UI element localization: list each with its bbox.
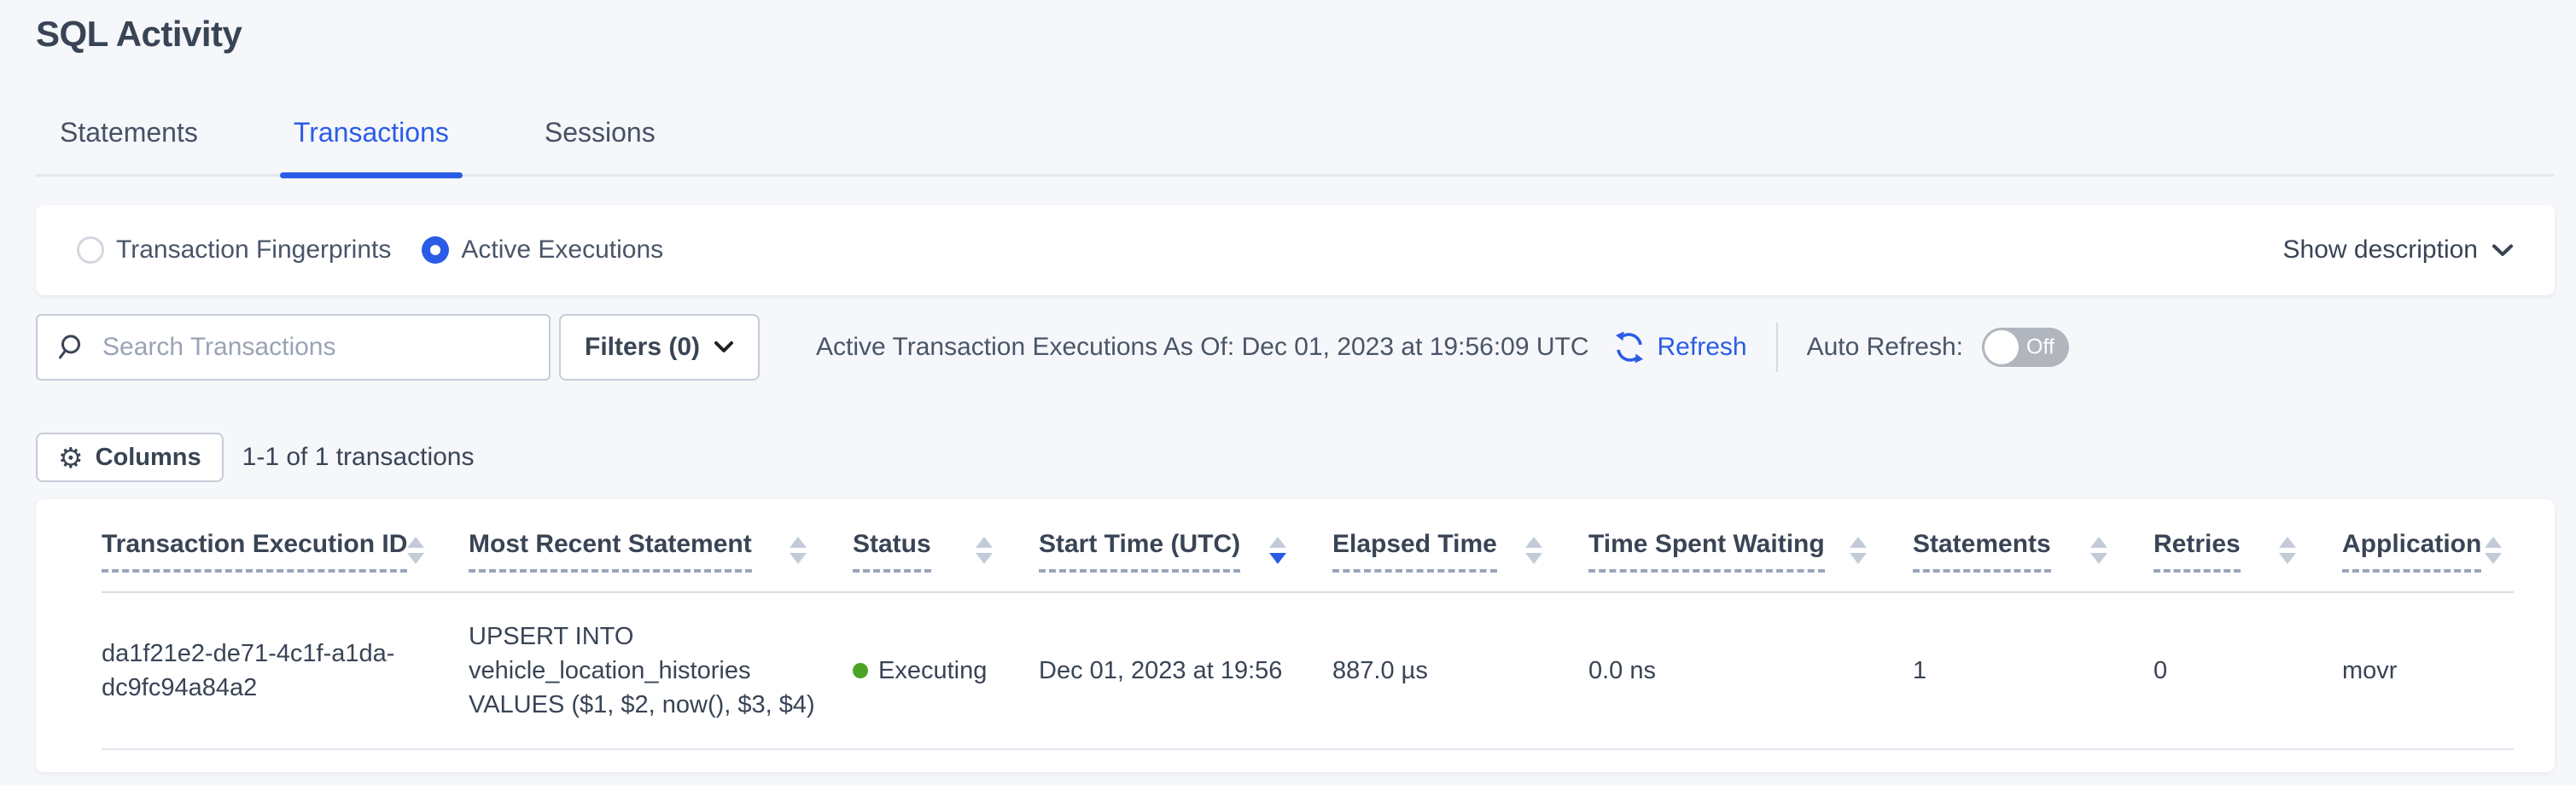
page-title: SQL Activity xyxy=(36,14,2576,55)
refresh-label: Refresh xyxy=(1658,333,1747,362)
sort-arrows-icon[interactable] xyxy=(790,530,807,564)
column-header-label: Elapsed Time xyxy=(1332,530,1497,573)
radio-transaction-fingerprints[interactable]: Transaction Fingerprints xyxy=(77,236,391,265)
cell-status: Executing xyxy=(853,654,1039,688)
column-header-label: Statements xyxy=(1913,530,2051,573)
sort-arrows-icon[interactable] xyxy=(2485,530,2502,564)
column-header-label: Start Time (UTC) xyxy=(1039,530,1240,573)
tab-statements[interactable]: Statements xyxy=(60,116,198,174)
refresh-icon xyxy=(1611,329,1647,365)
show-description-button[interactable]: Show description xyxy=(2283,236,2514,265)
column-header-statements[interactable]: Statements xyxy=(1913,530,2153,591)
filters-button[interactable]: Filters (0) xyxy=(559,314,760,381)
radio-label: Active Executions xyxy=(461,236,663,265)
cell-application: movr xyxy=(2342,654,2514,688)
table-row[interactable]: da1f21e2-de71-4c1f-a1da-dc9fc94a84a2 UPSE… xyxy=(102,593,2514,750)
cell-statements: 1 xyxy=(1913,654,2153,688)
filters-label: Filters (0) xyxy=(585,333,700,362)
toggle-state-label: Off xyxy=(2026,335,2054,360)
column-header-transaction_execution_id[interactable]: Transaction Execution ID xyxy=(102,530,469,591)
transactions-table: Transaction Execution ID Most Recent Stat… xyxy=(36,499,2555,772)
status-text: Executing xyxy=(878,654,987,688)
cell-transaction_execution_id[interactable]: da1f21e2-de71-4c1f-a1da-dc9fc94a84a2 xyxy=(102,637,443,705)
cell-time_spent_waiting: 0.0 ns xyxy=(1588,654,1913,688)
chevron-down-icon xyxy=(2491,243,2514,258)
column-header-retries[interactable]: Retries xyxy=(2153,530,2342,591)
radio-active-executions[interactable]: Active Executions xyxy=(422,236,663,265)
column-header-elapsed_time[interactable]: Elapsed Time xyxy=(1332,530,1588,591)
sort-arrows-icon[interactable] xyxy=(407,530,424,564)
table-toolbar: ⚙ Columns 1-1 of 1 transactions xyxy=(36,433,2555,482)
tab-sessions[interactable]: Sessions xyxy=(545,116,656,174)
radio-selected-icon[interactable] xyxy=(422,236,449,264)
chevron-down-icon xyxy=(714,340,734,354)
column-header-label: Most Recent Statement xyxy=(469,530,752,573)
column-header-most_recent_statement[interactable]: Most Recent Statement xyxy=(469,530,853,591)
column-header-application[interactable]: Application xyxy=(2342,530,2514,591)
controls-row: Filters (0) Active Transaction Execution… xyxy=(36,313,2555,381)
result-count: 1-1 of 1 transactions xyxy=(242,443,475,472)
sort-arrows-icon[interactable] xyxy=(2279,530,2296,564)
sql-activity-tabs: Statements Transactions Sessions xyxy=(36,116,2555,177)
column-header-label: Transaction Execution ID xyxy=(102,530,407,573)
columns-button[interactable]: ⚙ Columns xyxy=(36,433,224,482)
cell-retries: 0 xyxy=(2153,654,2342,688)
executing-status-dot-icon xyxy=(853,663,868,678)
cell-start_time: Dec 01, 2023 at 19:56 xyxy=(1039,654,1332,688)
cell-most_recent_statement: UPSERT INTOvehicle_location_historiesVAL… xyxy=(469,619,853,722)
search-input[interactable] xyxy=(102,333,530,362)
auto-refresh-toggle[interactable]: Off xyxy=(1982,328,2069,367)
vertical-divider xyxy=(1776,323,1778,372)
radio-unselected-icon[interactable] xyxy=(77,236,104,264)
sort-arrows-icon[interactable] xyxy=(976,530,993,564)
column-header-time_spent_waiting[interactable]: Time Spent Waiting xyxy=(1588,530,1913,591)
search-box[interactable] xyxy=(36,314,551,381)
search-icon xyxy=(56,332,87,363)
table-header-row: Transaction Execution ID Most Recent Stat… xyxy=(102,499,2514,593)
view-mode-panel: Transaction Fingerprints Active Executio… xyxy=(36,205,2555,295)
show-description-label: Show description xyxy=(2283,236,2478,265)
column-header-label: Retries xyxy=(2153,530,2241,573)
column-header-start_time[interactable]: Start Time (UTC) xyxy=(1039,530,1332,591)
sort-arrows-icon[interactable] xyxy=(1525,530,1542,564)
column-header-label: Application xyxy=(2342,530,2481,573)
as-of-timestamp: Active Transaction Executions As Of: Dec… xyxy=(816,333,1588,362)
sort-arrows-icon[interactable] xyxy=(1269,530,1286,564)
auto-refresh-label: Auto Refresh: xyxy=(1807,333,1963,362)
toggle-knob xyxy=(1984,330,2019,364)
gear-icon: ⚙ xyxy=(58,444,84,472)
radio-label: Transaction Fingerprints xyxy=(116,236,391,265)
sort-arrows-icon[interactable] xyxy=(1850,530,1867,564)
column-header-label: Status xyxy=(853,530,931,573)
column-header-label: Time Spent Waiting xyxy=(1588,530,1825,573)
cell-elapsed_time: 887.0 µs xyxy=(1332,654,1588,688)
columns-label: Columns xyxy=(96,444,201,472)
column-header-status[interactable]: Status xyxy=(853,530,1039,591)
tab-transactions[interactable]: Transactions xyxy=(294,116,449,174)
sort-arrows-icon[interactable] xyxy=(2090,530,2107,564)
refresh-button[interactable]: Refresh xyxy=(1611,329,1747,365)
